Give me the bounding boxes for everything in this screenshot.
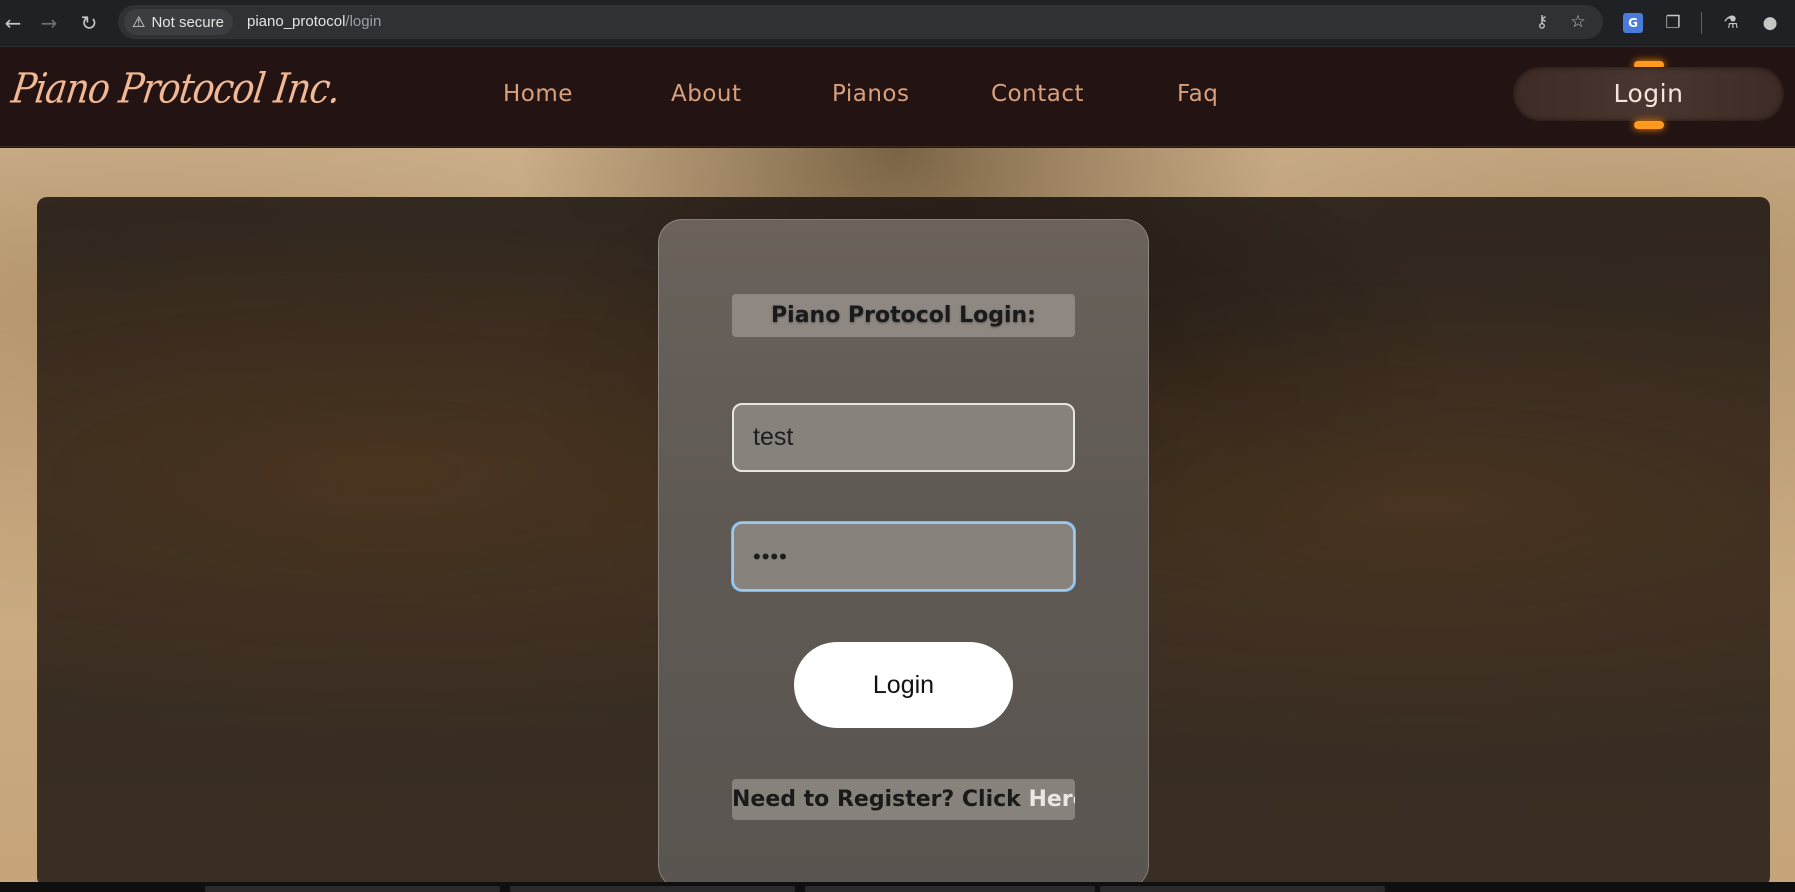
taskbar-item[interactable] [805, 886, 1095, 892]
password-input[interactable]: •••• [732, 522, 1075, 591]
extensions-icon[interactable]: ❐ [1661, 11, 1685, 35]
security-label: Not secure [151, 13, 224, 31]
username-input[interactable]: test [732, 403, 1075, 472]
warning-icon: ⚠ [132, 14, 146, 31]
browser-toolbar: ← → ↻ ⚠ Not secure piano_protocol/login … [0, 0, 1795, 47]
nav-faq[interactable]: Faq [1177, 81, 1218, 107]
os-taskbar [0, 882, 1795, 892]
reload-icon[interactable]: ↻ [76, 10, 102, 36]
taskbar-item[interactable] [205, 886, 500, 892]
labs-icon[interactable]: ⚗ [1719, 11, 1743, 35]
profile-icon[interactable]: ● [1758, 11, 1782, 35]
nav-login-button[interactable]: Login [1513, 67, 1784, 121]
login-glow-bottom [1634, 121, 1664, 129]
login-title: Piano Protocol Login: [732, 294, 1075, 337]
star-icon[interactable]: ☆ [1567, 11, 1589, 33]
url-host: piano_protocol [247, 13, 346, 30]
translate-icon[interactable]: G [1623, 13, 1643, 33]
forward-arrow-icon[interactable]: → [36, 10, 62, 36]
taskbar-item[interactable] [510, 886, 795, 892]
toolbar-divider [1701, 12, 1702, 34]
site-logo[interactable]: Piano Protocol Inc. [9, 66, 343, 113]
nav-pianos[interactable]: Pianos [832, 81, 909, 107]
security-chip[interactable]: ⚠ Not secure [124, 9, 233, 35]
key-icon[interactable]: ⚷ [1531, 11, 1553, 33]
site-header: Piano Protocol Inc. Home About Pianos Co… [0, 47, 1795, 147]
nav-contact[interactable]: Contact [991, 81, 1084, 107]
nav-about[interactable]: About [671, 81, 742, 107]
register-prefix: Need to Register? Click [732, 787, 1029, 812]
register-link[interactable]: Here [1028, 787, 1075, 812]
register-prompt: Need to Register? Click Here [732, 779, 1075, 820]
login-submit-button[interactable]: Login [794, 642, 1013, 728]
taskbar-item[interactable] [1100, 886, 1385, 892]
address-bar[interactable]: ⚠ Not secure piano_protocol/login ⚷ ☆ [118, 5, 1603, 39]
url-path: /login [345, 13, 382, 30]
nav-home[interactable]: Home [503, 81, 573, 107]
url-text[interactable]: piano_protocol/login [247, 13, 381, 30]
back-arrow-icon[interactable]: ← [0, 10, 26, 36]
